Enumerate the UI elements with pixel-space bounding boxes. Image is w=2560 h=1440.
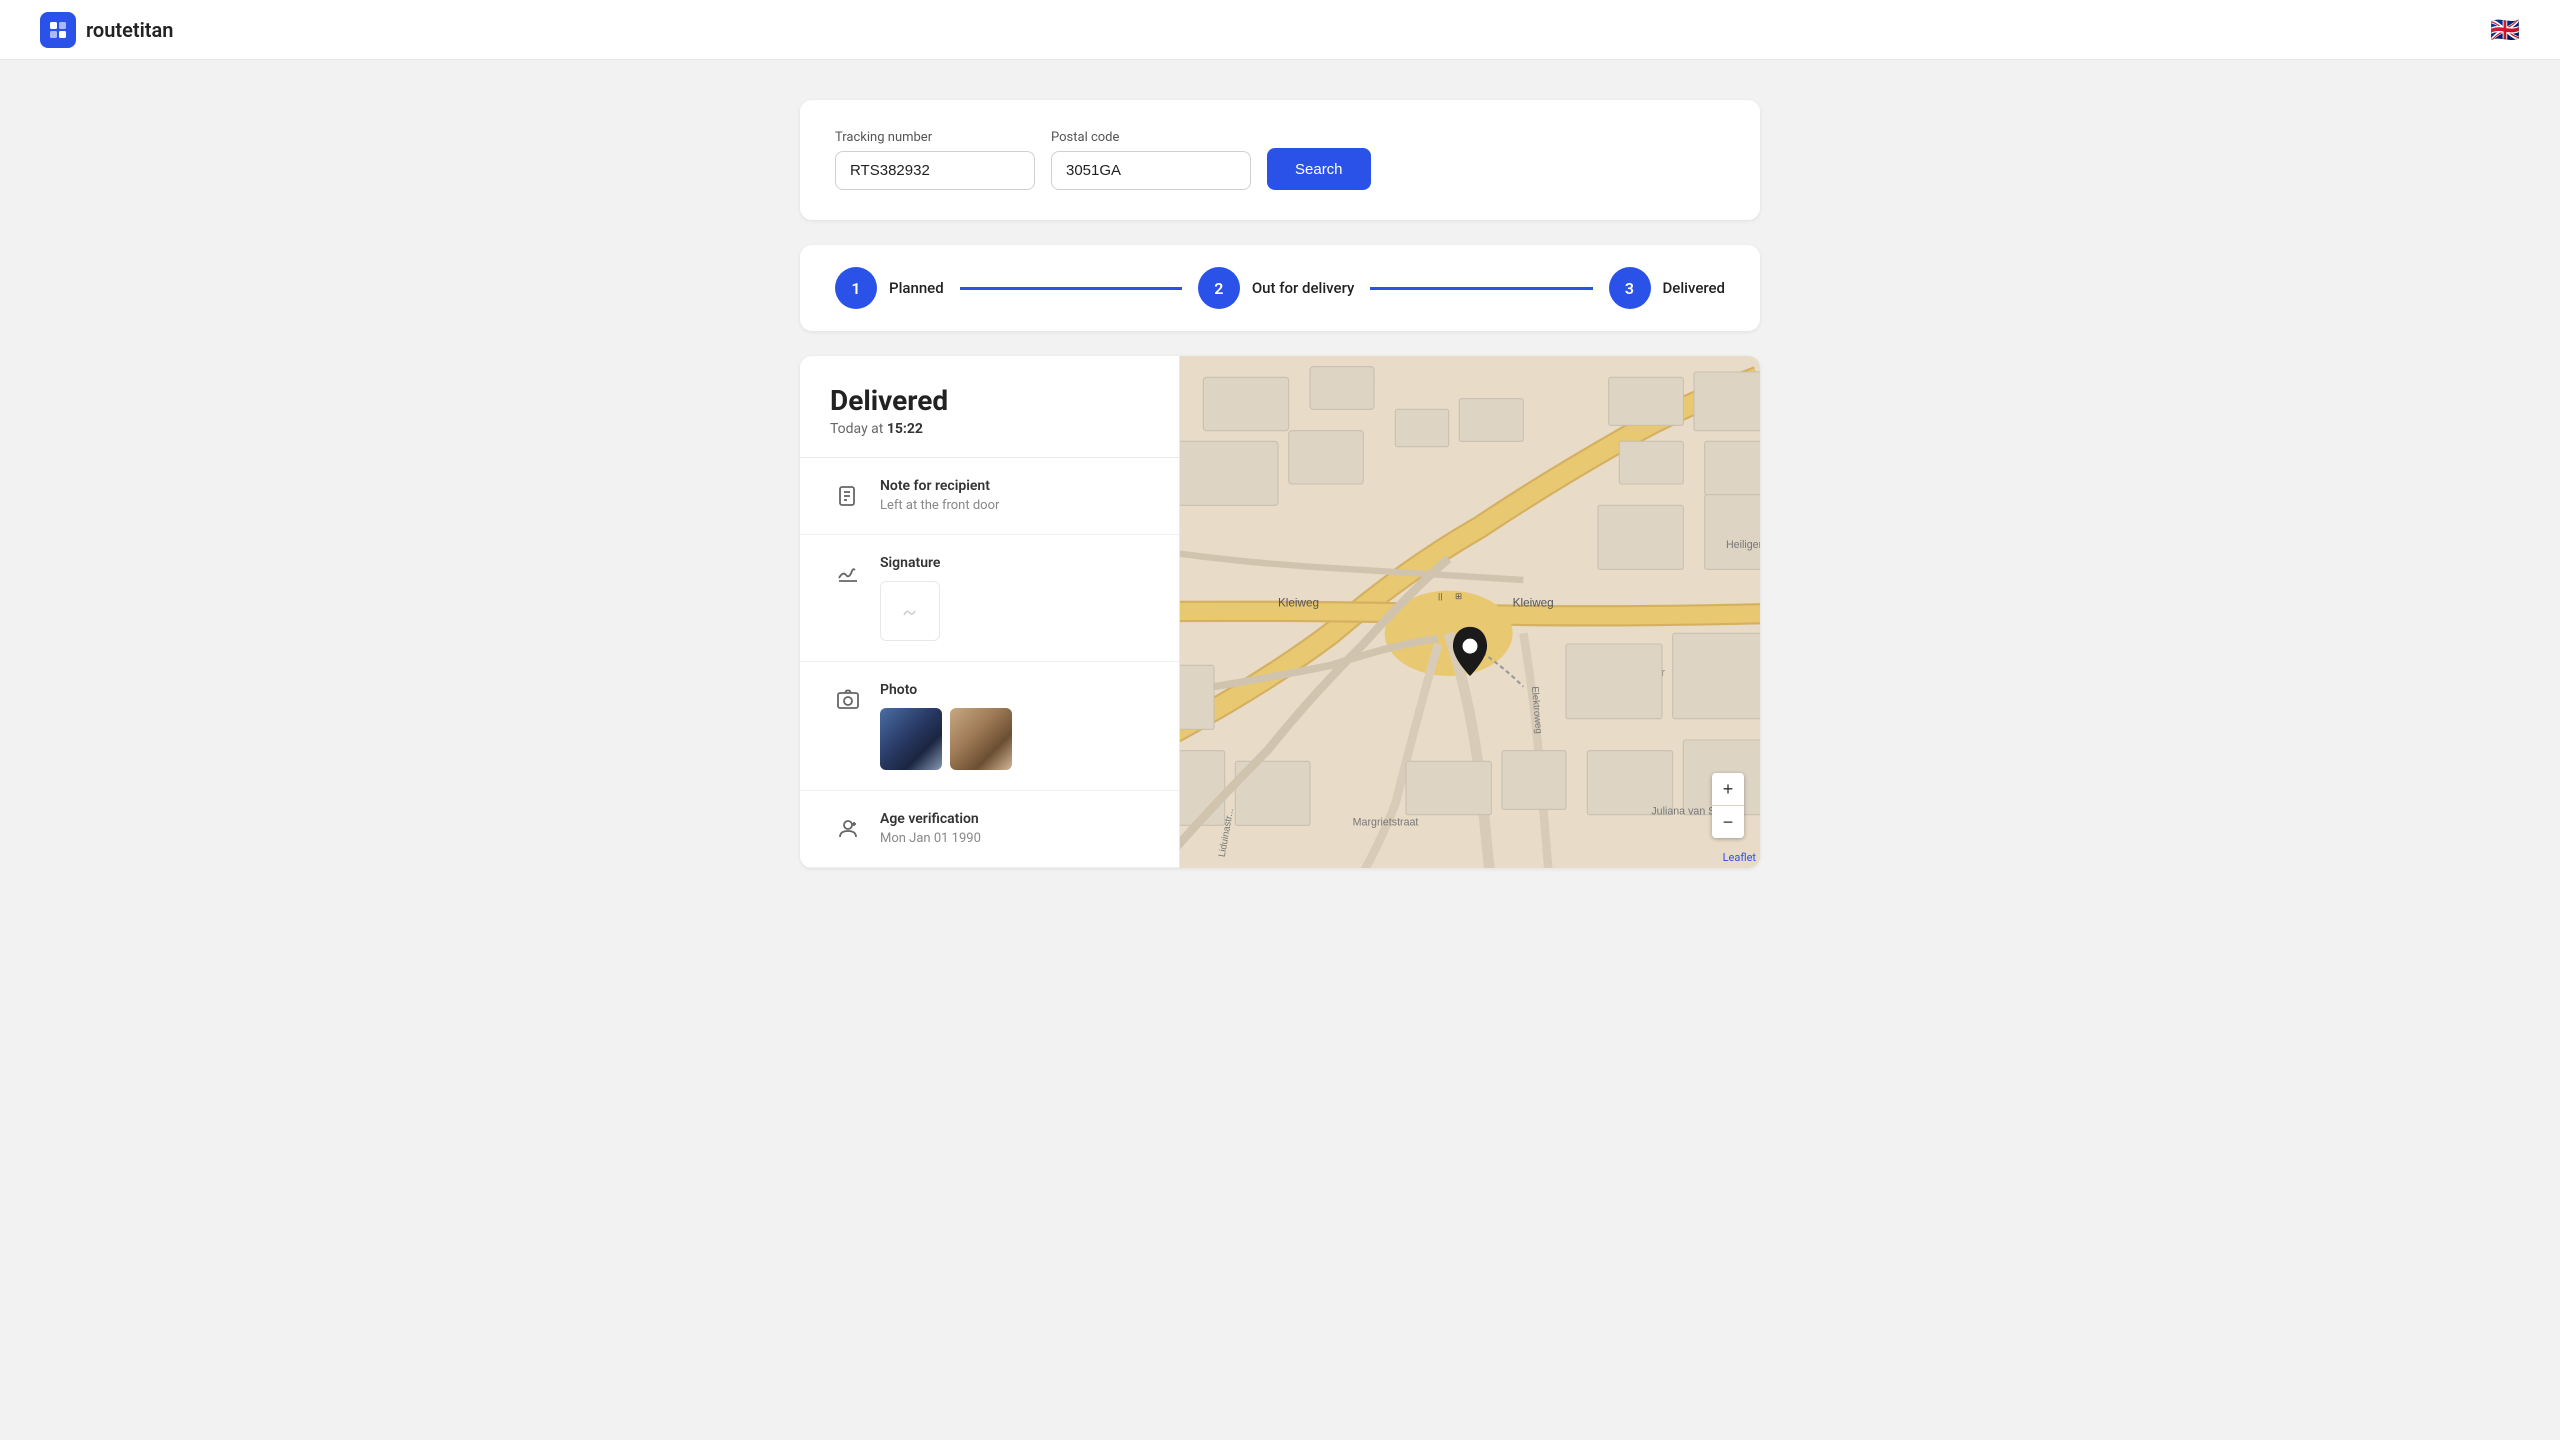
bottom-section: Delivered Today at 15:22 Note for recip [800,356,1760,868]
signature-content: Signature [880,555,1149,641]
tracking-label: Tracking number [835,130,1035,145]
search-fields: Tracking number Postal code Search [835,130,1725,190]
photo-icon [830,682,866,718]
logo-area: routetitan [40,12,173,48]
step-circle-1: 1 [835,267,877,309]
svg-text:||: || [1438,591,1442,601]
note-subtitle: Left at the front door [880,498,1149,513]
flag-icon: 🇬🇧 [2490,16,2520,44]
delivery-header: Delivered Today at 15:22 [800,356,1179,458]
zoom-in-button[interactable]: + [1712,773,1744,805]
photo-thumbnails [880,708,1149,770]
signature-icon [830,555,866,591]
step-label-2: Out for delivery [1252,279,1355,297]
svg-text:Kleiweg: Kleiweg [1513,597,1554,610]
logo-text: routetitan [86,18,173,42]
postal-input[interactable] [1051,151,1251,190]
photo-thumb-1[interactable] [880,708,942,770]
progress-card: 1 Planned 2 Out for delivery 3 Delivered [800,245,1760,331]
svg-text:Kleiweg: Kleiweg [1278,597,1319,610]
delivery-time-value: 15:22 [887,421,923,437]
tracking-field-group: Tracking number [835,130,1035,190]
delivery-time: Today at 15:22 [830,421,1149,437]
map-controls: + − [1712,773,1744,838]
svg-text:Margrietstraat: Margrietstraat [1353,816,1419,828]
map-svg: Kleiweg Kleiweg Elektroweg Burgemeester … [1180,356,1760,868]
main-content: Tracking number Postal code Search 1 Pla… [780,60,1780,908]
signature-title: Signature [880,555,1149,571]
step-1: 1 Planned [835,267,944,309]
photo-title: Photo [880,682,1149,698]
postal-field-group: Postal code [1051,130,1251,190]
age-content: Age verification Mon Jan 01 1990 [880,811,1149,846]
search-button[interactable]: Search [1267,148,1371,190]
step-circle-3: 3 [1609,267,1651,309]
step-3: 3 Delivered [1609,267,1726,309]
signature-box [880,581,940,641]
progress-line-1 [960,287,1182,290]
step-circle-2: 2 [1198,267,1240,309]
photo-content: Photo [880,682,1149,770]
delivery-title: Delivered [830,384,1149,417]
detail-signature: Signature [800,535,1179,662]
svg-text:Heiligerlandlaan: Heiligerlandlaan [1726,539,1760,551]
age-icon [830,811,866,847]
postal-label: Postal code [1051,130,1251,145]
step-label-1: Planned [889,279,944,297]
search-card: Tracking number Postal code Search [800,100,1760,220]
header: routetitan 🇬🇧 [0,0,2560,60]
left-panel: Delivered Today at 15:22 Note for recip [800,356,1180,868]
step-2: 2 Out for delivery [1198,267,1355,309]
tracking-input[interactable] [835,151,1035,190]
age-subtitle: Mon Jan 01 1990 [880,831,1149,846]
note-title: Note for recipient [880,478,1149,494]
detail-note: Note for recipient Left at the front doo… [800,458,1179,535]
svg-text:⊞: ⊞ [1455,591,1462,601]
leaflet-attribution: Leaflet [1723,851,1756,864]
zoom-out-button[interactable]: − [1712,806,1744,838]
progress-line-2 [1370,287,1592,290]
age-title: Age verification [880,811,1149,827]
note-icon [830,478,866,514]
leaflet-link[interactable]: Leaflet [1723,851,1756,864]
detail-age: Age verification Mon Jan 01 1990 [800,791,1179,868]
photo-thumb-2[interactable] [950,708,1012,770]
detail-photo: Photo [800,662,1179,791]
map-area: Kleiweg Kleiweg Elektroweg Burgemeester … [1180,356,1760,868]
logo-icon [40,12,76,48]
note-content: Note for recipient Left at the front doo… [880,478,1149,513]
step-label-3: Delivered [1663,279,1726,297]
